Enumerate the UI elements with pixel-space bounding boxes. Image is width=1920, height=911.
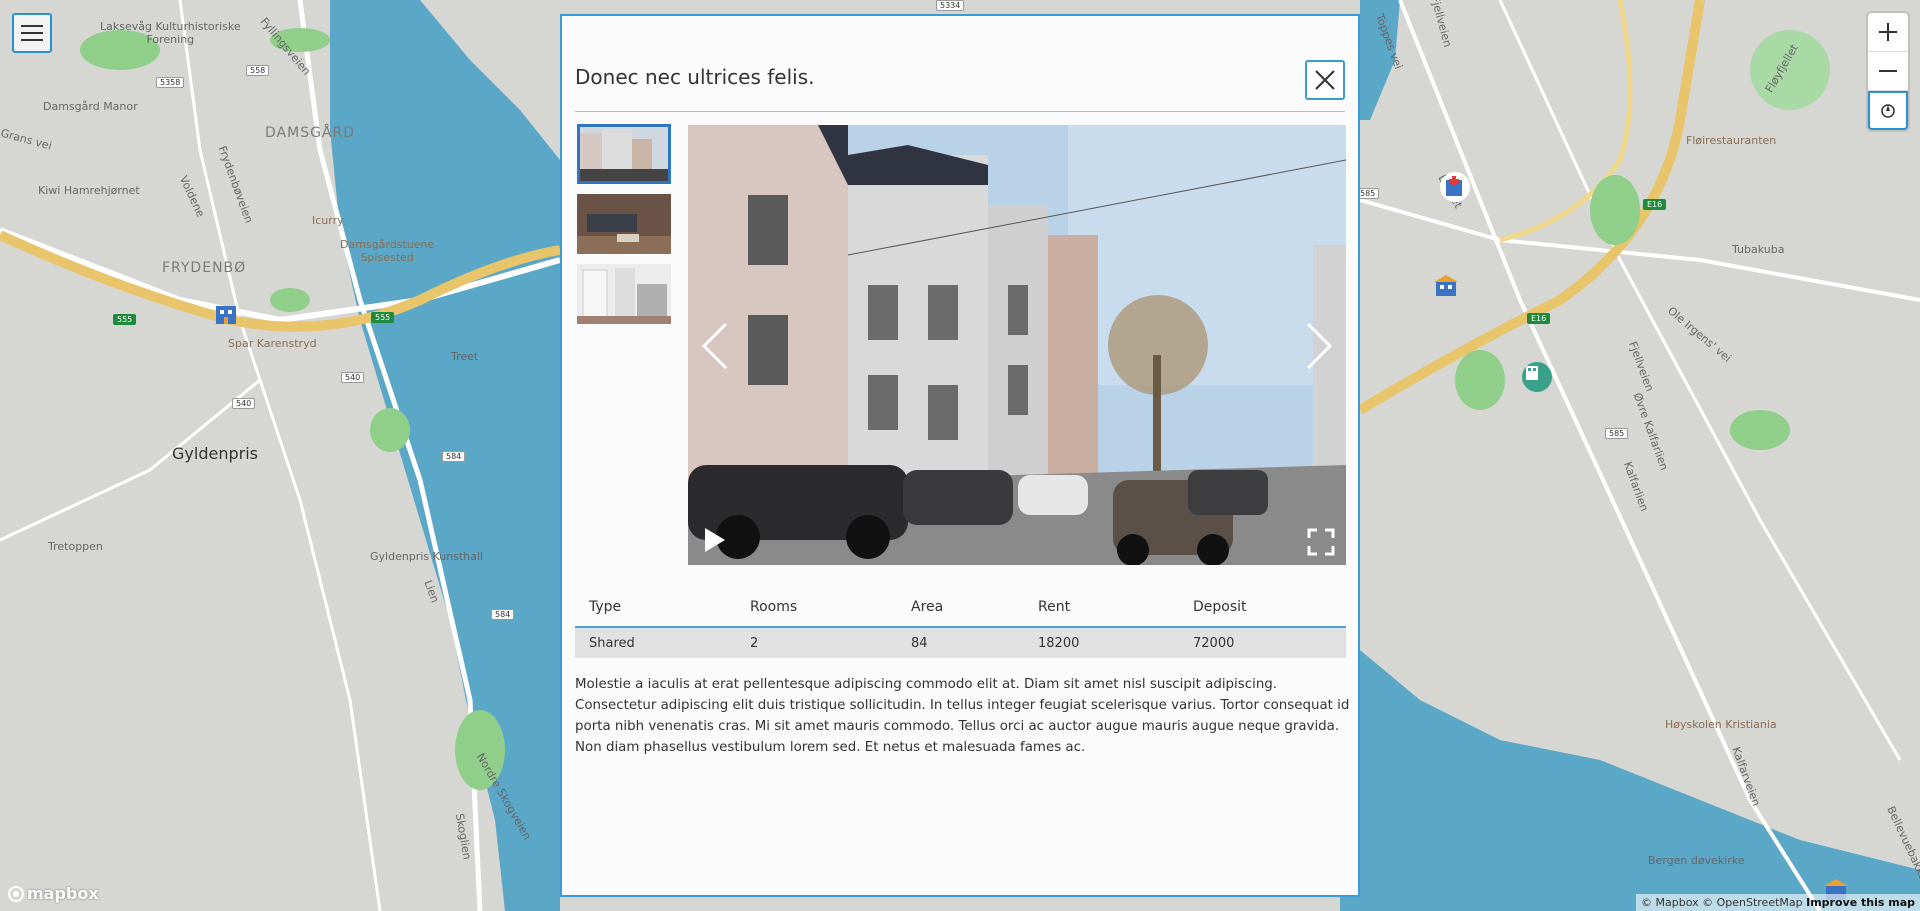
close-icon: [1315, 70, 1335, 90]
zoom-out-button[interactable]: [1868, 52, 1908, 91]
listing-details-table: Type Rooms Area Rent Deposit Shared 2 84…: [575, 593, 1346, 658]
map-label-spar: Spar Karenstryd: [228, 337, 317, 350]
road-shield: E16: [1643, 199, 1667, 210]
mapbox-logo[interactable]: mapbox: [8, 884, 99, 903]
previous-image-button[interactable]: [700, 321, 730, 371]
road-shield: 558: [246, 65, 270, 76]
map-label-hoyskolen: Høyskolen Kristiania: [1665, 718, 1777, 731]
map-label-tretoppen: Tretoppen: [48, 540, 103, 553]
map-label-gyldenpris: Gyldenpris: [172, 444, 258, 463]
building-marker-icon[interactable]: [1432, 272, 1462, 302]
main-photo[interactable]: [688, 125, 1346, 565]
map-attribution: © Mapbox © OpenStreetMap Improve this ma…: [1636, 894, 1920, 911]
mapbox-logo-text: mapbox: [27, 884, 99, 903]
thumbnail-2[interactable]: [577, 194, 671, 254]
listing-modal: Donec nec ultrices felis. Type Rooms Are…: [560, 14, 1360, 897]
column-header-rent: Rent: [1024, 593, 1179, 628]
road-shield: 5358: [156, 77, 185, 88]
column-header-area: Area: [897, 593, 1024, 628]
modal-title: Donec nec ultrices felis.: [575, 65, 815, 89]
column-header-type: Type: [575, 593, 736, 628]
map-label-damsgardstuene: Damsgårdstuene Spisested: [340, 238, 435, 264]
fullscreen-button[interactable]: [1306, 527, 1336, 557]
play-icon: [705, 528, 725, 552]
road-shield: 5334: [936, 0, 965, 11]
cell-area: 84: [897, 627, 1024, 658]
column-header-rooms: Rooms: [736, 593, 897, 628]
table-header-row: Type Rooms Area Rent Deposit: [575, 593, 1346, 628]
attribution-text[interactable]: © Mapbox © OpenStreetMap: [1641, 896, 1803, 909]
road-shield: 555: [113, 314, 137, 325]
reset-bearing-button[interactable]: [1868, 91, 1908, 130]
thumbnail-list: [577, 124, 675, 334]
listing-description: Molestie a iaculis at erat pellentesque …: [575, 677, 1350, 755]
menu-button[interactable]: [12, 13, 52, 53]
road-shield: 585: [1605, 428, 1629, 439]
mapbox-logo-icon: [8, 885, 24, 902]
map-label-damsgard: DAMSGÅRD: [265, 125, 356, 141]
next-image-button[interactable]: [1304, 321, 1334, 371]
building-marker-icon[interactable]: [212, 300, 242, 330]
building-marker-icon[interactable]: [1522, 362, 1552, 392]
close-button[interactable]: [1305, 60, 1345, 100]
cell-rent: 18200: [1024, 627, 1179, 658]
thumbnail-3[interactable]: [577, 264, 671, 324]
road-shield: 584: [442, 451, 466, 462]
street-photo: [688, 125, 1346, 565]
road-shield: 555: [371, 312, 395, 323]
thumbnail-image: [580, 127, 668, 181]
fullscreen-icon: [1307, 528, 1335, 556]
table-row: Shared 2 84 18200 72000: [575, 627, 1346, 658]
improve-map-link[interactable]: Improve this map: [1806, 896, 1915, 909]
plus-icon: [1879, 23, 1897, 41]
zoom-in-button[interactable]: [1868, 13, 1908, 52]
cell-rooms: 2: [736, 627, 897, 658]
road-shield: 540: [341, 372, 365, 383]
chevron-left-icon: [701, 322, 728, 370]
map-label-bergen-dovekirke: Bergen døvekirke: [1648, 854, 1745, 867]
map-label-kunsthall: Gyldenpris Kunsthall: [370, 550, 484, 563]
cell-type: Shared: [575, 627, 736, 658]
play-slideshow-button[interactable]: [703, 527, 727, 553]
thumbnail-1[interactable]: [577, 124, 671, 184]
road-shield: 540: [232, 398, 256, 409]
minus-icon: [1879, 70, 1897, 72]
road-shield: E16: [1527, 313, 1551, 324]
chevron-right-icon: [1306, 322, 1333, 370]
map-label-floirestauranten: Fløirestauranten: [1686, 134, 1777, 147]
map-label-tubakuba: Tubakuba: [1732, 243, 1785, 256]
thumbnail-image: [577, 264, 671, 324]
map-label-icurry: Icurry: [312, 214, 344, 227]
hamburger-icon: [21, 25, 43, 41]
map-zoom-controls: [1868, 13, 1908, 130]
map-label-treet: Treet: [451, 350, 479, 363]
modal-header: Donec nec ultrices felis.: [575, 38, 1345, 112]
road-shield: 584: [491, 609, 515, 620]
thumbnail-image: [577, 194, 671, 254]
map-label-damsgard-manor: Damsgård Manor: [43, 100, 138, 113]
map-label-laksevag: Laksevåg Kulturhistoriske Forening: [100, 20, 241, 46]
hospital-marker-icon[interactable]: [1440, 172, 1470, 202]
map-label-frydenbo: FRYDENBØ: [162, 260, 247, 276]
compass-icon: [1881, 103, 1895, 118]
map-label-kiwi: Kiwi Hamrehjørnet: [38, 184, 140, 197]
cell-deposit: 72000: [1179, 627, 1346, 658]
column-header-deposit: Deposit: [1179, 593, 1346, 628]
